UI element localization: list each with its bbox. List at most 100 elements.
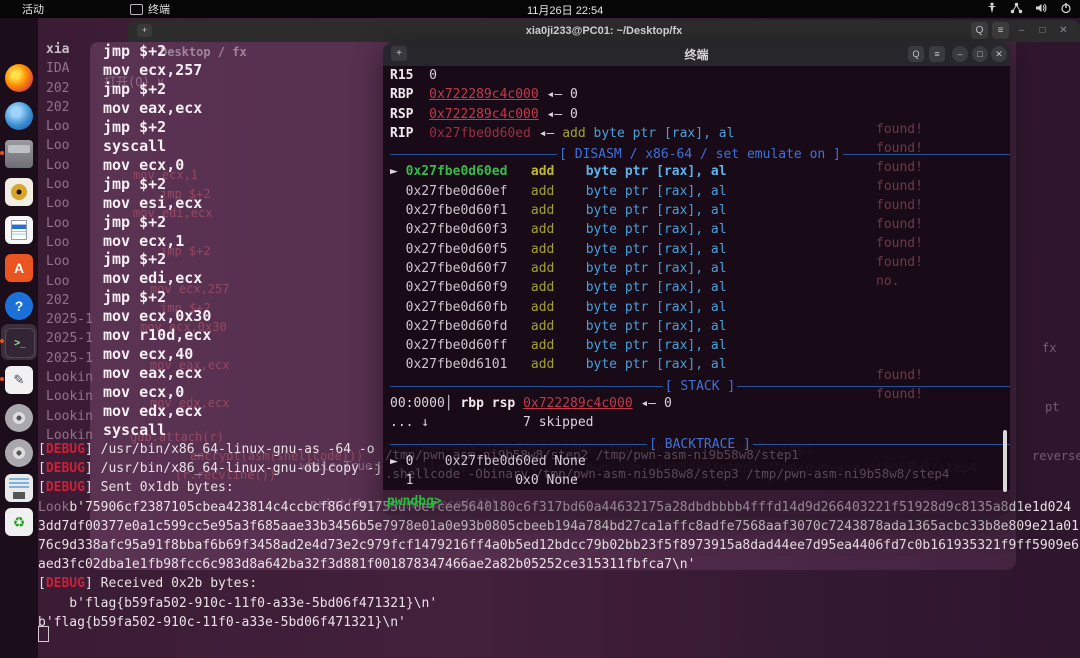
assembly-line: jmp $+2 [103,118,211,137]
dock-item-disc2[interactable] [5,439,33,467]
assembly-line: syscall [103,137,211,156]
dock-item-software[interactable]: A [5,254,33,282]
running-indicator [0,377,4,381]
help-icon: ? [5,292,33,320]
assembly-line: mov r10d,ecx [103,326,211,345]
background-window-titlebar[interactable]: + xia0ji233@PC01: ~/Desktop/fx Q ≡ – □ ✕ [128,20,1080,42]
dock-item-writer[interactable] [5,216,33,244]
assembly-listing: jmp $+2mov ecx,257jmp $+2mov eax,ecxjmp … [103,42,211,440]
dock-item-floppy[interactable] [5,474,33,502]
pwndbg-terminal-window[interactable]: + 终端 Q ≡ – □ ✕ found!found!found!found!f… [383,42,1010,515]
debug-line: 76c9d338afc95a91f8bbaf6b69f3458ad2e4d73e… [38,536,1079,555]
truncated-line: Loo [46,175,93,194]
firefox-icon [5,64,33,92]
dock-item-firefox[interactable] [5,64,33,92]
search-icon[interactable]: Q [971,22,988,39]
pwndbg-output[interactable]: found!found!found!found!found!found!foun… [383,66,1010,490]
close-button[interactable]: ✕ [991,46,1007,62]
pwndbg-line: 0x27fbe0d60f7 add byte ptr [rax], al [390,261,1010,280]
truncated-line: IDA [46,59,93,78]
pwndbg-line: RBP 0x722289c4c000 ◂— 0 [390,87,1010,106]
trash-icon: ♻ [5,508,33,536]
truncated-line: 2025-1 [46,310,93,329]
pwndbg-line: 0x27fbe0d60fd add byte ptr [rax], al [390,319,1010,338]
truncated-line: Loo [46,194,93,213]
software-icon: A [5,254,33,282]
pwndbg-line: 0x27fbe0d60f9 add byte ptr [rax], al [390,280,1010,299]
disc2-icon [5,439,33,467]
dock-item-trash[interactable]: ♻ [5,508,33,536]
assembly-line: jmp $+2 [103,250,211,269]
dock-item-disc1[interactable] [5,404,33,432]
truncated-line: Loo [46,117,93,136]
terminal-titlebar[interactable]: + 终端 Q ≡ – □ ✕ [383,42,1010,66]
accessibility-icon[interactable] [986,2,998,14]
assembly-line: mov ecx,40 [103,345,211,364]
truncated-line: Loo [46,233,93,252]
truncated-line: Loo [46,156,93,175]
pwndbg-line: 0x27fbe0d60ef add byte ptr [rax], al [390,184,1010,203]
assembly-line: jmp $+2 [103,42,211,61]
focused-app-indicator[interactable]: 终端 [130,1,170,17]
pwndbg-line: 0x27fbe0d60fb add byte ptr [rax], al [390,300,1010,319]
pwndbg-line: 0x27fbe0d60f5 add byte ptr [rax], al [390,242,1010,261]
search-icon[interactable]: Q [908,46,924,62]
power-icon[interactable] [1060,2,1072,14]
close-button[interactable]: ✕ [1055,22,1072,39]
system-tray[interactable] [986,2,1072,14]
truncated-line: Loo [46,252,93,271]
truncated-line: Lookin [46,368,93,387]
assembly-line: mov ecx,0 [103,383,211,402]
disc1-icon [5,404,33,432]
scrollbar-thumb[interactable] [1003,430,1007,492]
files-icon [5,140,33,168]
pwndbg-prompt[interactable]: pwndbg> [387,494,442,509]
assembly-line: jmp $+2 [103,213,211,232]
section-label: [ STACK ] [663,379,737,394]
dock-item-thunderbird[interactable] [5,102,33,130]
assembly-line: mov eax,ecx [103,99,211,118]
activities-button[interactable]: 活动 [22,1,44,17]
assembly-line: mov edi,ecx [103,269,211,288]
assembly-line: mov ecx,0x30 [103,307,211,326]
clock[interactable]: 11月26日 22:54 [527,2,603,18]
assembly-line: syscall [103,421,211,440]
assembly-line: mov esi,ecx [103,194,211,213]
focused-app-label: 终端 [148,1,170,17]
dock-item-help[interactable]: ? [5,292,33,320]
assembly-line: jmp $+2 [103,80,211,99]
section-separator: [ BACKTRACE ] [390,435,1010,454]
section-label: [ DISASM / x86-64 / set emulate on ] [557,147,843,162]
minimize-button[interactable]: – [952,46,968,62]
debug-line: [DEBUG] Received 0x2b bytes: [38,574,1079,593]
pwndbg-line: R15 0 [390,68,1010,87]
volume-icon[interactable] [1035,2,1048,14]
terminal-bottom-edge: pwndbg> [383,490,1010,515]
dock-item-files[interactable] [5,140,33,168]
menu-icon[interactable]: ≡ [929,46,945,62]
pwndbg-line: RIP 0x27fbe0d60ed ◂— add byte ptr [rax],… [390,126,1010,145]
assembly-line: mov edx,ecx [103,402,211,421]
maximize-button[interactable]: □ [972,46,988,62]
pwndbg-line: ► 0 0x27fbe0d60ed None [390,454,1010,473]
assembly-line: jmp $+2 [103,175,211,194]
minimize-button[interactable]: – [1013,22,1030,39]
floppy-icon [5,474,33,502]
network-icon[interactable] [1010,2,1023,14]
section-label: [ BACKTRACE ] [647,437,753,452]
assembly-line: mov eax,ecx [103,364,211,383]
writer-icon [5,216,33,244]
running-indicator [0,151,4,155]
assembly-line: mov ecx,1 [103,232,211,251]
app-window-icon [130,4,143,15]
dock-item-rhythmbox[interactable] [5,178,33,206]
menu-icon[interactable]: ≡ [992,22,1009,39]
new-tab-icon[interactable]: + [137,24,152,37]
debug-line: 3dd7df00377e0a1c599cc5e95a3f685aae33b345… [38,517,1079,536]
dock-item-terminal[interactable]: >_ [5,328,33,356]
ghost-text: pt [1045,400,1059,414]
maximize-button[interactable]: □ [1034,22,1051,39]
truncated-line: Lookin [46,407,93,426]
dock-item-gedit[interactable]: ✎ [5,366,33,394]
truncated-line: Loo [46,214,93,233]
